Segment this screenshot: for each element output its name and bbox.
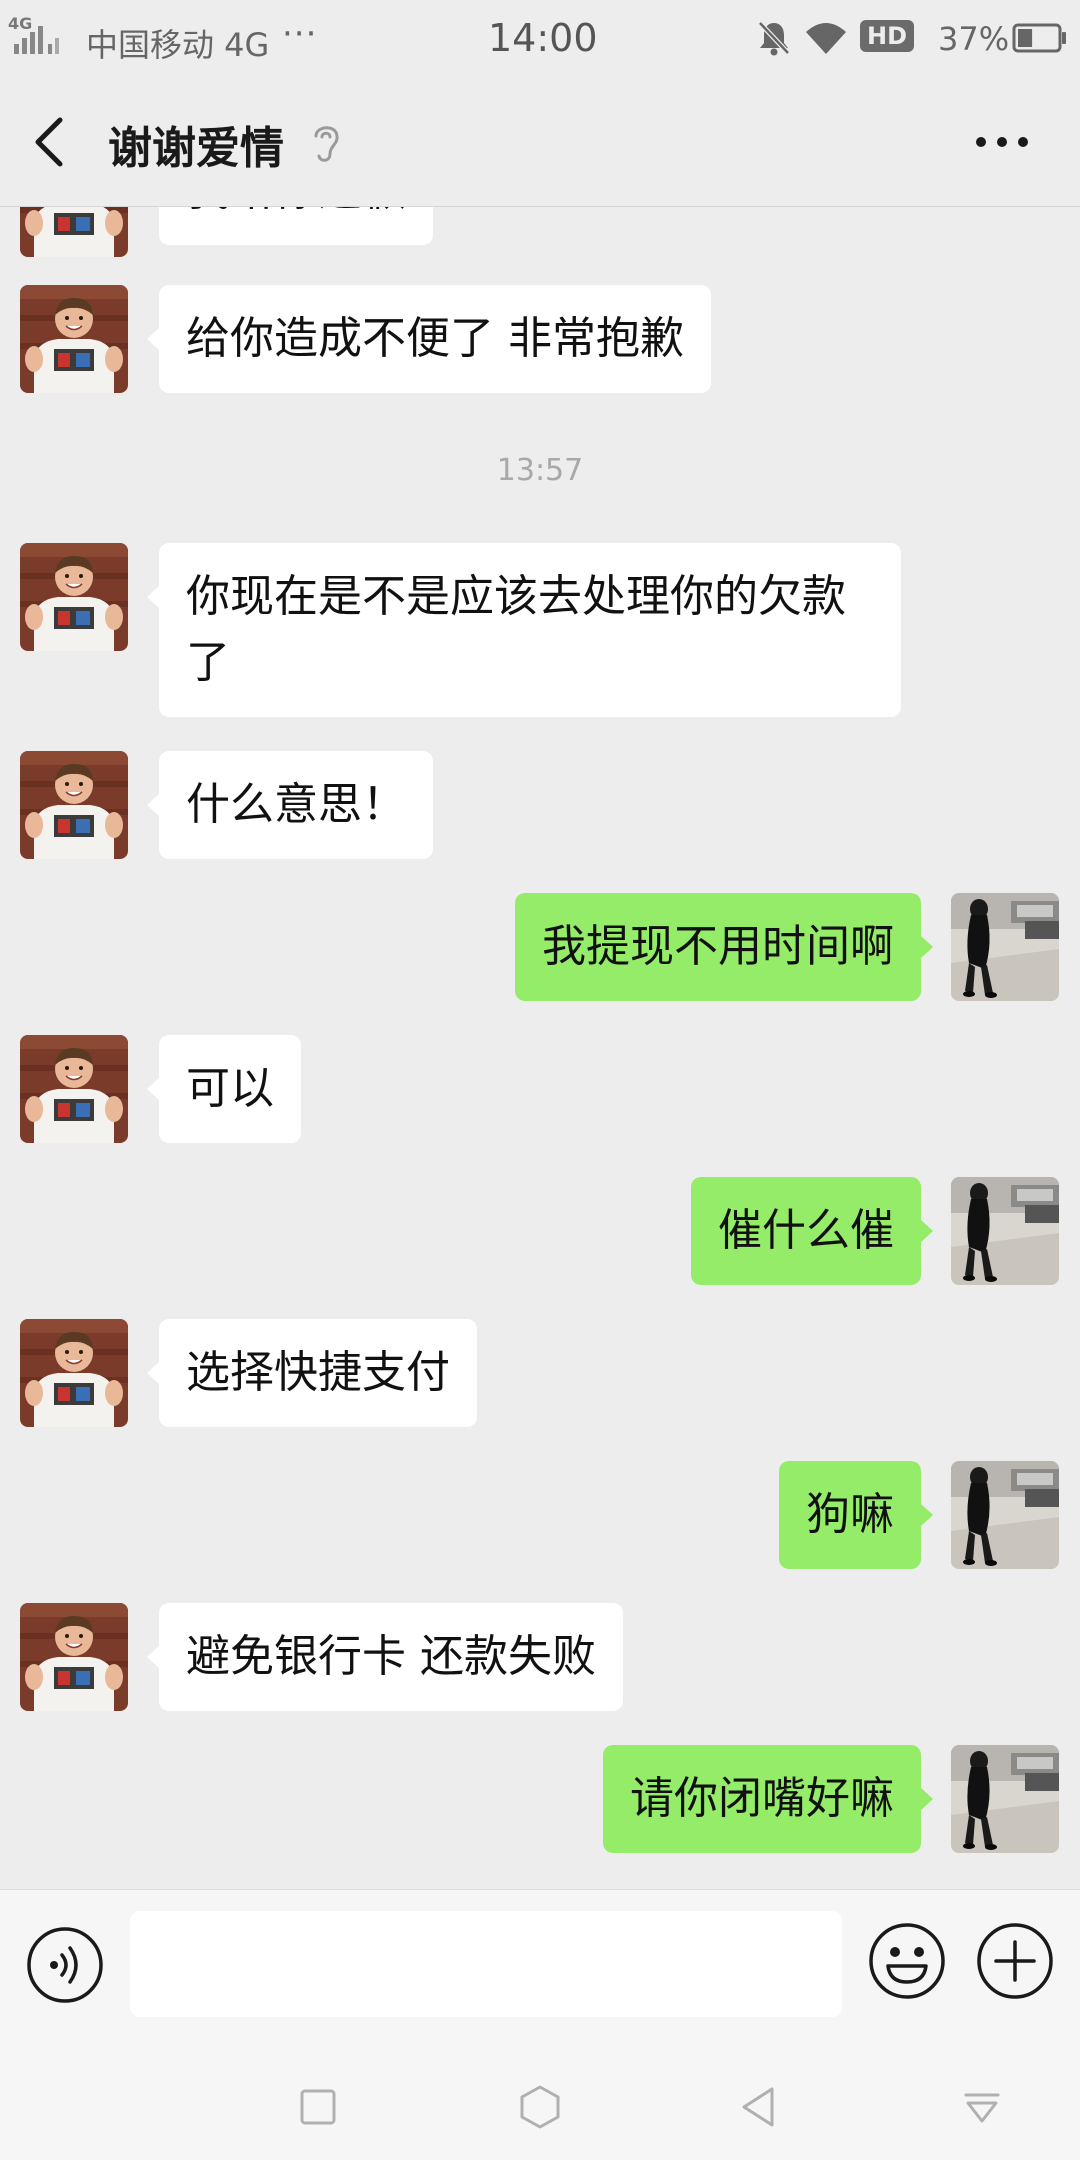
hd-badge: HD	[860, 20, 914, 52]
girl-avatar-icon	[951, 893, 1059, 1001]
hexagon-icon[interactable]	[516, 2083, 564, 2131]
contact-avatar[interactable]	[20, 207, 128, 257]
message-bubble-received[interactable]: 我给你道歉	[159, 207, 433, 245]
square-icon[interactable]	[294, 2083, 342, 2131]
triangle-back-icon[interactable]	[736, 2083, 784, 2131]
more-icon[interactable]	[972, 126, 1032, 158]
self-avatar[interactable]	[951, 893, 1059, 1001]
wifi-icon	[806, 23, 846, 54]
message-bubble-received[interactable]: 避免银行卡 还款失败	[147, 1603, 623, 1711]
contact-avatar[interactable]	[20, 1319, 128, 1427]
mute-bell-icon	[758, 21, 790, 56]
self-avatar[interactable]	[951, 1745, 1059, 1853]
message-bubble-sent[interactable]: 我提现不用时间啊	[515, 893, 933, 1001]
message-bubble-received[interactable]: 给你造成不便了 非常抱歉	[147, 285, 711, 393]
message-bubble-sent[interactable]: 催什么催	[691, 1177, 933, 1285]
self-avatar[interactable]	[951, 1177, 1059, 1285]
chat-timestamp: 13:57	[496, 453, 584, 488]
signal-label: 4G	[8, 14, 33, 33]
contact-avatar[interactable]	[20, 751, 128, 859]
status-dots: ···	[282, 14, 318, 54]
chat-title: 谢谢爱情	[108, 123, 284, 174]
contact-avatar[interactable]	[20, 285, 128, 393]
system-nav-bar	[0, 2039, 1080, 2160]
emoji-icon[interactable]	[868, 1922, 946, 2000]
contact-avatar[interactable]	[20, 543, 128, 651]
pull-down-icon[interactable]	[958, 2083, 1006, 2131]
boy-avatar-icon	[20, 285, 128, 393]
message-bubble-received[interactable]: 什么意思！	[147, 751, 433, 859]
message-bubble-sent[interactable]: 请你闭嘴好嘛	[603, 1745, 933, 1853]
status-bar: 4G 中国移动 4G ··· 14:00 HD 37%	[0, 0, 1080, 76]
carrier-label: 中国移动 4G	[86, 26, 270, 64]
chat-header: 谢谢爱情	[0, 76, 1080, 207]
voice-icon[interactable]	[26, 1926, 104, 2004]
back-icon[interactable]	[30, 114, 70, 170]
message-bubble-sent[interactable]: 狗嘛	[779, 1461, 933, 1569]
message-input[interactable]	[130, 1911, 842, 2017]
boy-avatar-icon	[20, 751, 128, 859]
message-input-bar	[0, 1889, 1080, 2040]
boy-avatar-icon	[20, 1603, 128, 1711]
message-bubble-received[interactable]: 可以	[147, 1035, 301, 1143]
status-time: 14:00	[488, 16, 598, 60]
chat-message-list[interactable]: 我给你道歉 给你造成不便了 非常抱歉 13:57 你现在是不是应该去处理你的欠款…	[0, 207, 1080, 1889]
battery-icon	[1012, 23, 1066, 53]
message-bubble-received[interactable]: 你现在是不是应该去处理你的欠款了	[147, 543, 901, 717]
ear-icon	[314, 126, 339, 162]
boy-avatar-icon	[20, 543, 128, 651]
contact-avatar[interactable]	[20, 1035, 128, 1143]
boy-avatar-icon	[20, 1319, 128, 1427]
boy-avatar-icon	[20, 207, 128, 257]
battery-percent: 37%	[938, 20, 1010, 58]
plus-icon[interactable]	[976, 1922, 1054, 2000]
contact-avatar[interactable]	[20, 1603, 128, 1711]
girl-avatar-icon	[951, 1177, 1059, 1285]
message-bubble-received[interactable]: 选择快捷支付	[147, 1319, 477, 1427]
girl-avatar-icon	[951, 1745, 1059, 1853]
self-avatar[interactable]	[951, 1461, 1059, 1569]
girl-avatar-icon	[951, 1461, 1059, 1569]
boy-avatar-icon	[20, 1035, 128, 1143]
